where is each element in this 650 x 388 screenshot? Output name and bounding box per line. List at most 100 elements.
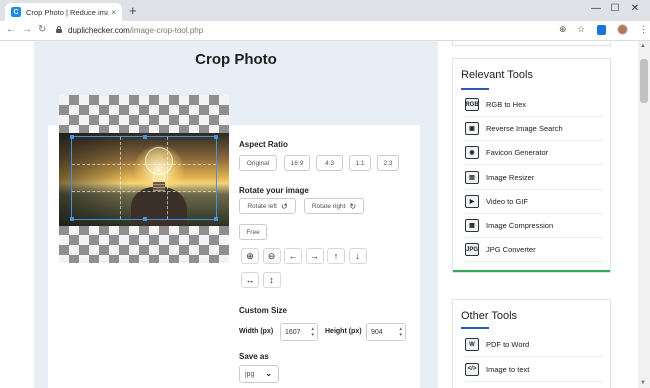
reload-button[interactable]: ↻: [38, 24, 46, 35]
format-select[interactable]: jpg ⌄: [239, 365, 279, 383]
url-domain: duplichecker.com: [68, 26, 130, 35]
sidebar-item-pdf-word[interactable]: W PDF to Word: [465, 333, 603, 357]
sidebar-item-label: Image Compression: [486, 221, 554, 230]
sidebar-item-label: Favicon Generator: [486, 148, 549, 158]
image-text-icon: </>: [465, 362, 479, 376]
sidebar-item-label: Video to GIF: [486, 196, 528, 206]
image-compress-icon: ▦: [465, 219, 479, 232]
pdf-word-icon: W: [465, 338, 479, 351]
sidebar-item-video-gif[interactable]: ▶ Video to GIF: [465, 190, 603, 214]
sidebar-item-label: JPG Converter: [486, 245, 536, 255]
format-value: jpg: [245, 370, 255, 378]
browser-menu-icon[interactable]: ⋮: [639, 24, 648, 35]
lock-icon: [56, 26, 62, 33]
sidebar-item-label: Image to text: [486, 364, 530, 374]
sidebar-item-label: Image Resizer: [486, 172, 535, 182]
free-aspect-button[interactable]: Free: [239, 224, 267, 240]
other-tools-title: Other Tools: [461, 310, 518, 322]
tab-title: Crop Photo | Reduce image size: [26, 7, 109, 17]
height-value: 904: [371, 328, 383, 336]
sidebar-item-image-resize[interactable]: ▤ Image Resizer: [465, 166, 603, 190]
crop-handle[interactable]: [70, 217, 74, 221]
move-left-icon[interactable]: ←: [284, 248, 302, 264]
bookmark-star-icon[interactable]: ☆: [577, 24, 585, 35]
aspect-option-button[interactable]: 1:1: [349, 155, 371, 171]
url-field[interactable]: duplichecker.com/image-crop-tool.php: [68, 26, 203, 35]
height-label: Height (px): [325, 328, 362, 335]
width-value: 1607: [285, 328, 301, 336]
extension-icon[interactable]: [597, 25, 606, 35]
save-as-label: Save as: [239, 352, 269, 361]
crop-selection-box[interactable]: [70, 135, 218, 221]
zoom-in-icon[interactable]: ⊕: [241, 248, 259, 264]
page-title: Crop Photo: [195, 51, 277, 68]
address-bar: ← → ↻ duplichecker.com/image-crop-tool.p…: [0, 21, 650, 41]
crop-handle[interactable]: [214, 135, 218, 139]
chevron-down-icon: ⌄: [265, 369, 272, 378]
aspect-option-button[interactable]: Original: [239, 155, 277, 171]
crop-handle[interactable]: [70, 135, 74, 139]
sidebar-item-jpg-converter[interactable]: JPG JPG Converter: [465, 238, 603, 263]
rotate-left-button[interactable]: Rotate left ↺: [239, 198, 296, 214]
forward-button[interactable]: →: [22, 24, 32, 35]
aspect-option-button[interactable]: 16:9: [284, 155, 310, 171]
sidebar-item-rgb-hex[interactable]: RGB RGB to Hex: [465, 93, 603, 117]
height-input[interactable]: 904 ▲ ▼: [366, 323, 406, 341]
panel-accent-bar: [453, 270, 610, 272]
scroll-down-icon[interactable]: ▼: [640, 380, 646, 386]
maximize-button[interactable]: ☐: [608, 3, 622, 14]
sidebar-item-image-text[interactable]: </> Image to text: [465, 358, 603, 382]
video-gif-icon: ▶: [465, 194, 479, 208]
image-resize-icon: ▤: [465, 170, 479, 184]
tab-close-icon[interactable]: ×: [111, 8, 116, 17]
sidebar-item-label: PDF to Word: [486, 340, 530, 349]
aspect-option-button[interactable]: 2:3: [377, 155, 399, 171]
rotate-right-button[interactable]: Rotate right ↻: [304, 198, 364, 214]
relevant-tools-title: Relevant Tools: [461, 69, 533, 81]
close-window-button[interactable]: ✕: [628, 3, 642, 14]
title-underline: [461, 327, 489, 329]
minimize-button[interactable]: —: [589, 3, 603, 14]
rotate-right-label: Rotate right: [311, 202, 346, 210]
scrollbar-thumb[interactable]: [640, 59, 648, 103]
move-down-icon[interactable]: ↓: [348, 248, 367, 264]
new-tab-button[interactable]: +: [129, 4, 137, 17]
crop-canvas[interactable]: [59, 95, 229, 263]
flip-vertical-icon[interactable]: ↕: [262, 272, 281, 288]
zoom-out-icon[interactable]: ⊖: [262, 248, 281, 264]
scroll-up-icon[interactable]: ▲: [640, 43, 646, 49]
width-label: Width (px): [239, 328, 274, 335]
crop-handle[interactable]: [214, 217, 218, 221]
title-underline: [461, 88, 489, 90]
aspect-option-button[interactable]: 4:3: [316, 155, 343, 171]
rotate-right-icon: ↻: [349, 201, 357, 211]
sidebar-item-label: RGB to Hex: [486, 100, 527, 109]
url-path: /image-crop-tool.php: [129, 26, 204, 35]
rgb-hex-icon: RGB: [465, 98, 479, 111]
image-search-icon: ▣: [465, 122, 479, 136]
previous-panel-edge: [452, 41, 611, 46]
browser-tab-bar: C Crop Photo | Reduce image size × + — ☐…: [0, 0, 650, 21]
favicon-icon: C: [11, 7, 21, 17]
browser-tab[interactable]: C Crop Photo | Reduce image size ×: [5, 3, 122, 21]
sidebar-item-label: Reverse Image Search: [486, 124, 563, 134]
sidebar-item-favicon[interactable]: ◉ Favicon Generator: [465, 141, 603, 166]
sidebar-item-image-search[interactable]: ▣ Reverse Image Search: [465, 117, 603, 142]
flip-horizontal-icon[interactable]: ↔: [241, 272, 259, 288]
aspect-ratio-label: Aspect Ratio: [239, 140, 288, 149]
height-stepper-icon[interactable]: ▲ ▼: [399, 326, 403, 338]
crop-handle[interactable]: [143, 217, 147, 221]
favicon-icon: ◉: [465, 146, 479, 160]
sidebar-item-image-compress[interactable]: ▦ Image Compression: [465, 214, 603, 238]
width-input[interactable]: 1607 ▲ ▼: [280, 323, 318, 341]
avatar[interactable]: [617, 24, 628, 35]
move-right-icon[interactable]: →: [305, 248, 324, 264]
rotate-label: Rotate your image: [239, 186, 309, 195]
translate-icon[interactable]: ⊕: [559, 24, 567, 35]
scrollbar[interactable]: ▲ ▼: [638, 41, 650, 388]
crop-handle[interactable]: [143, 135, 147, 139]
move-up-icon[interactable]: ↑: [327, 248, 345, 264]
back-button[interactable]: ←: [6, 24, 16, 35]
rotate-left-icon: ↺: [280, 201, 288, 211]
width-stepper-icon[interactable]: ▲ ▼: [311, 326, 315, 338]
